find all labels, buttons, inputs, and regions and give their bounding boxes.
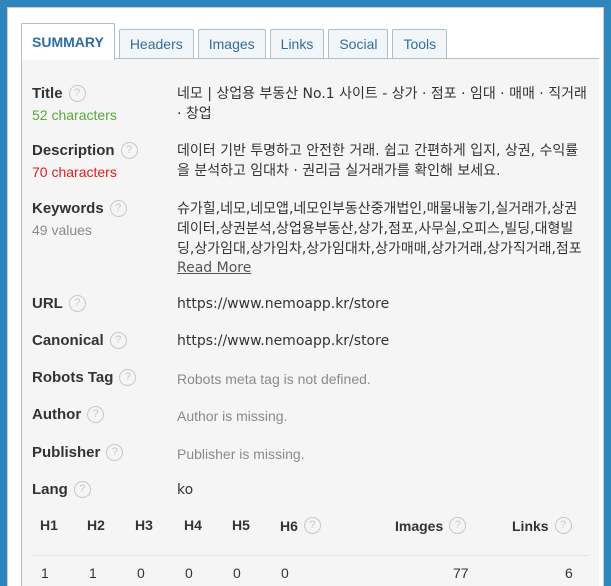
description-label: Description xyxy=(32,142,115,159)
stats-divider xyxy=(32,555,589,556)
lang-label-wrap: Lang ? xyxy=(32,481,91,498)
tab-social[interactable]: Social xyxy=(328,29,389,59)
title-value: 네모 | 상업용 부동산 No.1 사이트 - 상가 · 점포 · 임대 · 매… xyxy=(177,86,587,122)
stat-value-h2: 1 xyxy=(89,565,97,581)
summary-content: Title ? 52 characters 네모 | 상업용 부동산 No.1 … xyxy=(21,59,599,586)
stat-header-h6-wrap: H6 ? xyxy=(280,517,321,534)
author-value: Author is missing. xyxy=(177,408,288,424)
stat-header-h4: H4 xyxy=(184,517,202,533)
keywords-label: Keywords xyxy=(32,200,104,217)
stat-value-h6: 0 xyxy=(281,565,289,581)
help-icon[interactable]: ? xyxy=(109,200,127,217)
url-value[interactable]: https://www.nemoapp.kr/store xyxy=(177,294,589,314)
lang-value: ko xyxy=(177,482,194,498)
lang-label: Lang xyxy=(32,481,68,498)
title-char-count: 52 characters xyxy=(32,107,117,123)
help-icon[interactable]: ? xyxy=(554,517,572,534)
help-icon[interactable]: ? xyxy=(119,369,137,386)
publisher-value: Publisher is missing. xyxy=(177,446,305,462)
help-icon[interactable]: ? xyxy=(120,142,138,159)
description-label-wrap: Description ? xyxy=(32,142,138,159)
read-more-link[interactable]: Read More xyxy=(177,260,251,276)
lang-row: Lang ? ko xyxy=(32,481,589,503)
description-row: Description ? 70 characters 데이터 기반 투명하고 … xyxy=(32,142,589,186)
url-row: URL ? https://www.nemoapp.kr/store xyxy=(32,295,589,317)
stat-header-links-wrap: Links ? xyxy=(512,517,572,534)
author-row: Author ? Author is missing. xyxy=(32,406,589,428)
canonical-label-wrap: Canonical ? xyxy=(32,332,127,349)
keywords-row: Keywords ? 49 values 슈가힐,네모,네모앱,네모인부동산중개… xyxy=(32,200,589,280)
author-label-wrap: Author ? xyxy=(32,406,105,423)
description-value: 데이터 기반 투명하고 안전한 거래. 쉽고 간편하게 입지, 상권, 수익률을… xyxy=(177,143,579,179)
help-icon[interactable]: ? xyxy=(68,295,86,312)
canonical-value[interactable]: https://www.nemoapp.kr/store xyxy=(177,331,589,351)
tab-links[interactable]: Links xyxy=(269,29,325,59)
robots-row: Robots Tag ? Robots meta tag is not defi… xyxy=(32,369,589,391)
canonical-label: Canonical xyxy=(32,332,104,349)
canonical-row: Canonical ? https://www.nemoapp.kr/store xyxy=(32,332,589,354)
help-icon[interactable]: ? xyxy=(109,332,127,349)
help-icon[interactable]: ? xyxy=(68,85,86,102)
stat-value-h5: 0 xyxy=(233,565,241,581)
stat-header-h6: H6 xyxy=(280,517,298,534)
robots-value: Robots meta tag is not defined. xyxy=(177,371,371,387)
title-label: Title xyxy=(32,85,63,102)
help-icon[interactable]: ? xyxy=(106,444,124,461)
seo-summary-panel: SUMMARY Headers Images Links Social Tool… xyxy=(7,7,604,586)
stat-header-h2: H2 xyxy=(87,517,105,533)
stat-header-links: Links xyxy=(512,517,549,534)
tab-bar: SUMMARY Headers Images Links Social Tool… xyxy=(21,22,451,60)
stat-value-images[interactable]: 77 xyxy=(453,565,469,581)
title-label-wrap: Title ? xyxy=(32,85,86,102)
keywords-count: 49 values xyxy=(32,222,92,238)
publisher-label: Publisher xyxy=(32,444,101,461)
stat-header-h3: H3 xyxy=(135,517,153,533)
stat-value-links[interactable]: 6 xyxy=(565,565,573,581)
help-icon[interactable]: ? xyxy=(449,517,467,534)
stat-header-h5: H5 xyxy=(232,517,250,533)
tab-images[interactable]: Images xyxy=(197,29,266,59)
keywords-label-wrap: Keywords ? xyxy=(32,200,127,217)
url-label-wrap: URL ? xyxy=(32,295,86,312)
url-label: URL xyxy=(32,295,63,312)
publisher-row: Publisher ? Publisher is missing. xyxy=(32,444,589,466)
stat-value-h3: 0 xyxy=(137,565,145,581)
stat-value-h4: 0 xyxy=(185,565,193,581)
keywords-value: 슈가힐,네모,네모앱,네모인부동산중개법인,매물내놓기,실거래가,상권데이터,상… xyxy=(177,201,582,257)
stat-header-images: Images xyxy=(395,517,444,534)
tab-tools[interactable]: Tools xyxy=(392,29,448,59)
stat-header-h1: H1 xyxy=(40,517,58,533)
tab-headers[interactable]: Headers xyxy=(118,29,194,59)
help-icon[interactable]: ? xyxy=(87,406,105,423)
tab-summary[interactable]: SUMMARY xyxy=(21,23,115,60)
description-char-count: 70 characters xyxy=(32,164,117,180)
help-icon[interactable]: ? xyxy=(303,517,321,534)
robots-label: Robots Tag xyxy=(32,369,114,386)
author-label: Author xyxy=(32,406,82,423)
publisher-label-wrap: Publisher ? xyxy=(32,444,124,461)
stat-header-images-wrap: Images ? xyxy=(395,517,467,534)
help-icon[interactable]: ? xyxy=(73,481,91,498)
robots-label-wrap: Robots Tag ? xyxy=(32,369,137,386)
title-row: Title ? 52 characters 네모 | 상업용 부동산 No.1 … xyxy=(32,85,589,129)
stat-value-h1: 1 xyxy=(41,565,49,581)
